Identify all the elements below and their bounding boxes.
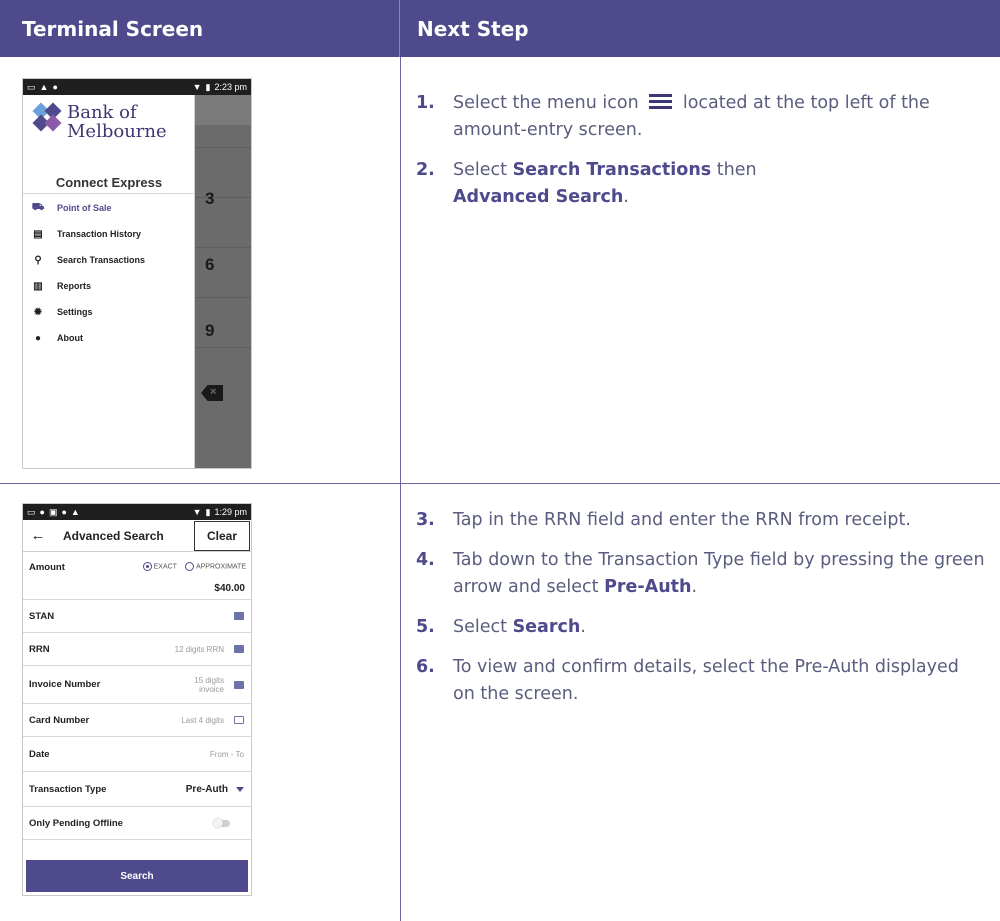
gear-icon: ✹: [33, 306, 43, 318]
card-icon: [234, 716, 244, 724]
card-number-field: Card Number Last 4 digits: [23, 704, 251, 737]
dot-icon: ●: [61, 507, 67, 517]
step-3: 3. Tap in the RRN field and enter the RR…: [416, 510, 911, 530]
step-6: 6. To view and confirm details, select t…: [416, 657, 959, 704]
app-icon: ▣: [48, 506, 58, 517]
search-icon: ⚲: [34, 254, 42, 266]
warning-icon: ▲: [39, 82, 49, 92]
bank-logo: Bank of Melbourne: [32, 102, 167, 142]
menu-item-reports: ▥ Reports: [33, 280, 92, 292]
status-bar: ▭ ▲ ● ▼ ▮ 2:23 pm: [23, 79, 251, 95]
menu-item-search-transactions: ⚲ Search Transactions: [34, 254, 146, 266]
rrn-field: RRN 12 digits RRN: [23, 633, 251, 666]
status-bar: ▭ ● ▣ ● ▲ ▼ ▮ 1:29 pm: [23, 504, 251, 520]
keypad-key-6: 6: [205, 255, 215, 274]
amount-value: $40.00: [214, 583, 245, 594]
step-2: 2. Select Search Transactions then Advan…: [416, 160, 757, 207]
exact-radio: EXACT: [142, 562, 177, 571]
wifi-icon: ▼: [192, 507, 202, 517]
step-4: 4. Tab down to the Transaction Type fiel…: [416, 550, 985, 597]
advanced-search-header: ← Advanced Search Clear: [23, 520, 251, 552]
bank-name: Bank of Melbourne: [67, 102, 167, 142]
row-divider: [0, 483, 1000, 484]
step-5: 5. Select Search.: [416, 617, 586, 637]
invoice-number-field: Invoice Number 15 digits invoice: [23, 666, 251, 704]
info-icon: ●: [34, 332, 42, 344]
steps-list-2: 3. Tap in the RRN field and enter the RR…: [416, 507, 986, 721]
status-time: 2:23 pm: [214, 82, 247, 92]
navigation-drawer: Bank of Melbourne Connect Express ⛟ Poin…: [23, 95, 195, 468]
terminal-screen-heading: Terminal Screen: [0, 0, 400, 57]
column-divider: [400, 57, 401, 921]
dot-icon: ●: [52, 82, 58, 92]
terminal-screenshot-menu: ▭ ▲ ● ▼ ▮ 2:23 pm 3 6 9 × Bank of Melbou…: [22, 78, 252, 469]
notification-icon: ▭: [27, 81, 36, 92]
drawer-title: Connect Express: [55, 175, 163, 190]
status-icons: ▭ ▲ ●: [27, 82, 58, 93]
approximate-radio: APPROXIMATE: [184, 562, 246, 571]
search-button: Search: [26, 860, 248, 892]
steps-list-1: 1. Select the menu icon located at the t…: [416, 90, 986, 224]
warning-icon: ▲: [70, 507, 80, 517]
menu-item-about: ● About: [34, 332, 83, 344]
transaction-type-field: Transaction Type Pre-Auth: [23, 772, 251, 807]
menu-item-transaction-history: ▤ Transaction History: [33, 228, 142, 240]
keypad-key-9: 9: [205, 321, 215, 340]
keypad-key-3: 3: [205, 189, 215, 208]
drawer-menu: ⛟ Point of Sale ▤ Transaction History ⚲ …: [23, 195, 195, 351]
amount-field: Amount EXACT APPROXIMATE $40.00: [23, 552, 251, 600]
notification-icon: ▭: [27, 506, 36, 517]
keyboard-icon: [234, 612, 244, 620]
menu-item-settings: ✹ Settings: [33, 306, 93, 318]
divider: [23, 193, 195, 194]
status-icons: ▭ ● ▣ ● ▲: [27, 507, 80, 518]
only-pending-offline-field: Only Pending Offline: [23, 807, 251, 840]
dimmed-keypad: [195, 95, 251, 468]
wifi-icon: ▼: [192, 82, 202, 92]
screen-title: Advanced Search: [63, 528, 164, 543]
menu-hamburger-icon: [649, 94, 673, 109]
menu-item-point-of-sale: ⛟ Point of Sale: [31, 201, 112, 214]
pending-offline-toggle: [213, 817, 230, 828]
step-1: 1. Select the menu icon located at the t…: [416, 93, 930, 140]
table-header: Terminal Screen Next Step: [0, 0, 1000, 57]
next-step-heading: Next Step: [417, 16, 529, 41]
cart-icon: ⛟: [31, 201, 45, 213]
info-icon: ●: [39, 507, 45, 517]
bank-logo-mark-icon: [32, 102, 62, 135]
clear-button: Clear: [194, 521, 250, 551]
battery-icon: ▮: [205, 506, 211, 517]
status-time: 1:29 pm: [214, 507, 247, 517]
terminal-screenshot-advanced-search: ▭ ● ▣ ● ▲ ▼ ▮ 1:29 pm ← Advanced Search …: [22, 503, 252, 896]
receipt-icon: ▤: [33, 228, 43, 240]
date-field: Date From - To: [23, 737, 251, 772]
stan-field: STAN: [23, 600, 251, 633]
dropdown-caret-icon: [236, 786, 244, 792]
chart-icon: ▥: [33, 280, 43, 292]
keyboard-icon: [234, 680, 244, 689]
amount-match-options: EXACT APPROXIMATE: [142, 562, 246, 571]
back-arrow-icon: ←: [30, 527, 46, 544]
battery-icon: ▮: [205, 81, 211, 92]
keyboard-icon: [234, 645, 244, 653]
